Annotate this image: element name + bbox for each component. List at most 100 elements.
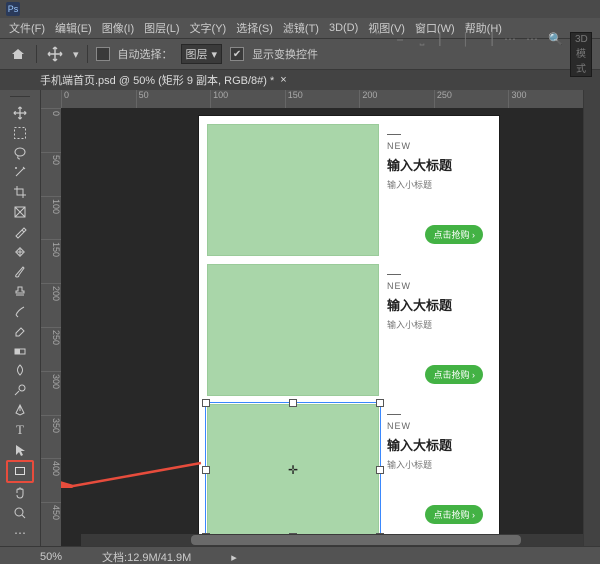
scrollbar-thumb[interactable] [191,535,521,545]
type-tool[interactable]: T [8,420,32,439]
blur-tool[interactable] [8,361,32,380]
move-tool-icon[interactable] [45,44,65,64]
move-tool[interactable] [8,104,32,123]
frame-tool[interactable] [8,203,32,222]
auto-select-checkbox[interactable] [96,47,110,61]
more-icon[interactable]: ⋯ [526,32,538,77]
chevron-right-icon: › [472,510,475,520]
close-tab-icon[interactable]: × [280,74,286,86]
annotation-arrow [61,438,206,488]
card-title: 输入大标题 [387,155,483,174]
menu-layer[interactable]: 图层(L) [141,18,182,38]
rectangle-shape-tool[interactable] [6,460,34,483]
divider [36,45,37,63]
ruler-tick: 150 [285,90,360,108]
ruler-tick: 200 [41,283,61,327]
crop-tool[interactable] [8,183,32,202]
card-body: NEW 输入大标题 输入小标题 点击抢购 › [379,264,491,394]
ruler-tick: 100 [41,196,61,240]
path-select-tool[interactable] [8,440,32,459]
workspace: T ⋯ 0 50 100 150 200 250 300 0 50 100 [0,90,600,546]
home-icon[interactable] [8,44,28,64]
brush-tool[interactable] [8,262,32,281]
card-body: NEW 输入大标题 输入小标题 点击抢购 › [379,124,491,254]
chevron-right-icon: › [472,230,475,240]
new-label: NEW [387,141,483,151]
ruler-tick: 200 [359,90,434,108]
toolbar-collapse-icon[interactable] [10,96,30,103]
document-tab[interactable]: 手机端首页.psd @ 50% (矩形 9 副本, RGB/8#) * [40,72,274,88]
show-transform-label: 显示变换控件 [252,46,318,62]
card-subtitle: 输入小标题 [387,318,483,331]
zoom-level[interactable]: 50% [40,551,62,563]
ruler-tick: 50 [136,90,211,108]
mode-3d-button[interactable]: 3D 模式 [570,32,592,77]
menu-filter[interactable]: 滤镜(T) [280,18,322,38]
menu-file[interactable]: 文件(F) [6,18,48,38]
menu-select[interactable]: 选择(S) [233,18,276,38]
cta-button[interactable]: 点击抢购 › [425,365,483,384]
gradient-tool[interactable] [8,341,32,360]
ruler-tick: 250 [41,327,61,371]
menu-type[interactable]: 文字(Y) [187,18,230,38]
canvas-area[interactable]: 0 50 100 150 200 250 300 0 50 100 150 20… [41,90,583,546]
healing-tool[interactable] [8,242,32,261]
magic-wand-tool[interactable] [8,163,32,182]
align-left-icon[interactable]: ▏ [438,32,450,77]
align-top-icon[interactable]: ⎴ [372,32,384,77]
align-vcenter-icon[interactable]: ⎯ [394,32,406,77]
eraser-tool[interactable] [8,321,32,340]
options-bar: ▾ 自动选择： 图层 ▾ ✔ 显示变换控件 ⎴ ⎯ ⎵ ▏ │ ▕ ⋯ ⋯ 🔍 … [0,38,600,70]
card-image-placeholder [207,264,379,396]
marquee-tool[interactable] [8,123,32,142]
lasso-tool[interactable] [8,143,32,162]
eyedropper-tool[interactable] [8,222,32,241]
toolbar: T ⋯ [0,90,41,546]
new-label: NEW [387,281,483,291]
ruler-tick: 50 [41,152,61,196]
show-transform-checkbox[interactable]: ✔ [230,47,244,61]
card-image-placeholder [207,124,379,256]
chevron-right-icon[interactable]: ▸ [231,551,237,564]
cta-label: 点击抢购 [433,230,469,240]
search-icon[interactable]: 🔍 [548,32,560,77]
align-hcenter-icon[interactable]: │ [460,32,472,77]
ruler-tick: 100 [210,90,285,108]
ruler-tick: 150 [41,239,61,283]
hand-tool[interactable] [8,484,32,503]
history-brush-tool[interactable] [8,302,32,321]
zoom-tool[interactable] [8,504,32,523]
app-titlebar: Ps [0,0,600,18]
menu-edit[interactable]: 编辑(E) [52,18,95,38]
auto-select-mode-dropdown[interactable]: 图层 ▾ [181,44,223,64]
right-panel-collapsed[interactable] [583,90,600,546]
menu-3d[interactable]: 3D(D) [326,20,361,36]
cta-label: 点击抢购 [433,510,469,520]
doc-size: 文档:12.9M/41.9M [102,549,191,564]
cta-button[interactable]: 点击抢购 › [425,225,483,244]
artboard: NEW 输入大标题 输入小标题 点击抢购 › NEW [199,116,499,536]
horizontal-scrollbar[interactable] [81,534,583,546]
ruler-tick: 300 [41,371,61,415]
distribute-h-icon[interactable]: ⋯ [504,32,516,77]
statusbar: 50% 文档:12.9M/41.9M ▸ [0,546,600,564]
stamp-tool[interactable] [8,282,32,301]
chevron-down-icon: ▾ [212,48,218,61]
menu-image[interactable]: 图像(I) [99,18,137,38]
card-title: 输入大标题 [387,435,483,454]
toolbar-more-icon[interactable]: ⋯ [8,523,32,542]
dodge-tool[interactable] [8,381,32,400]
align-bottom-icon[interactable]: ⎵ [416,32,428,77]
accent-line [387,134,401,135]
card-subtitle: 输入小标题 [387,178,483,191]
ruler-tick: 250 [434,90,509,108]
cta-button[interactable]: 点击抢购 › [425,505,483,524]
pen-tool[interactable] [8,401,32,420]
card-title: 输入大标题 [387,295,483,314]
divider [87,45,88,63]
accent-line [387,414,401,415]
chevron-down-icon[interactable]: ▾ [73,48,79,61]
align-right-icon[interactable]: ▕ [482,32,494,77]
chevron-right-icon: › [472,370,475,380]
ruler-corner [41,90,61,108]
